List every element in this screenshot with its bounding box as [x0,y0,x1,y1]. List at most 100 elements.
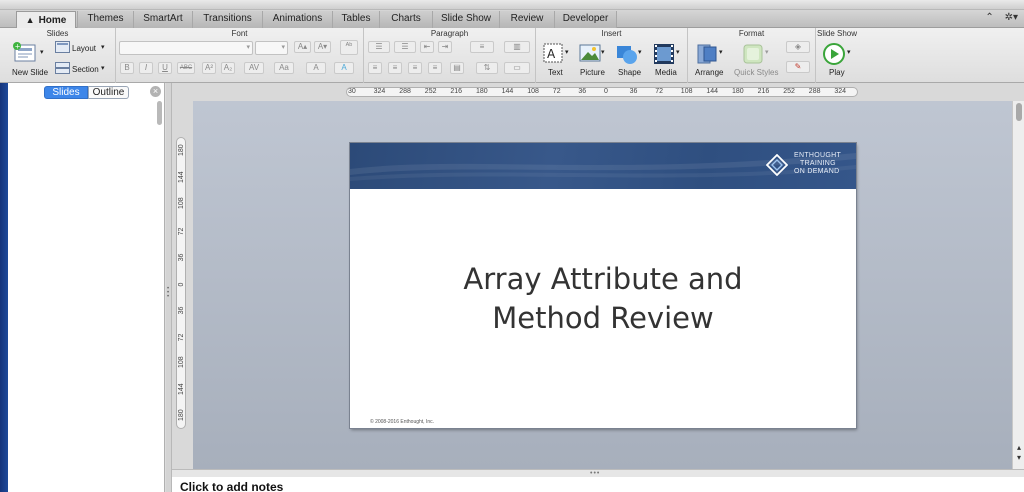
ribbon-options[interactable]: ⌃ ✲▾ [985,12,1018,23]
slide-banner: ENTHOUGHT TRAINING ON DEMAND [350,143,856,189]
tab-home[interactable]: ▲ Home [16,11,76,29]
ruler-tick-label: 72 [178,227,185,236]
distribute-button[interactable]: ▤ [450,62,464,74]
increase-font-size-button[interactable]: A▴ [294,41,311,53]
ruler-tick-label: 72 [552,88,561,95]
ruler-tick-label: 144 [706,88,719,95]
character-spacing-button[interactable]: AV [244,62,264,74]
slides-group: Slides + ▾ New Slide Layout ▾ Section ▾ [0,28,116,83]
ruler-tick-label: 0 [178,282,185,287]
quick-styles-icon [743,44,763,64]
strikethrough-button[interactable]: ABC [177,62,195,74]
svg-text:+: + [15,43,21,51]
tab-themes[interactable]: Themes [77,11,133,28]
chevron-down-icon: ▾ [638,49,642,56]
line-spacing-button[interactable]: ≡ [470,41,494,53]
arrange-icon [697,44,717,64]
tab-developer[interactable]: Developer [554,11,617,28]
superscript-button[interactable]: A² [202,62,216,74]
ruler-tick-label: 0 [604,88,608,95]
text-box-icon: A [543,43,563,63]
shape-outline-button[interactable]: ✎ [786,61,810,73]
bullets-button[interactable]: ☰ [368,41,390,53]
canvas-scrollbar[interactable]: ▴ ▾ [1012,101,1024,469]
scroll-thumb[interactable] [1016,103,1022,121]
slide-title-line-2: Method Review [492,301,714,335]
text-direction-button[interactable]: ⇅ [476,62,498,74]
tab-review[interactable]: Review [499,11,554,28]
text-effects-button[interactable]: A [334,62,354,74]
chevron-down-icon: ▾ [676,49,680,56]
ruler-tick-label: 72 [178,333,185,342]
current-slide[interactable]: ENTHOUGHT TRAINING ON DEMAND Array Attri… [350,143,856,428]
play-icon [823,43,845,65]
previous-slide-icon[interactable]: ▴ [1013,443,1024,452]
align-right-button[interactable]: ≡ [408,62,422,74]
close-panel-icon[interactable]: × [150,86,161,97]
enthought-logo: ENTHOUGHT TRAINING ON DEMAND [766,152,846,178]
ruler-tick-label: 180 [732,88,744,95]
paragraph-group: Paragraph ☰ ☰ ⇤ ⇥ ≡ ▥ ≡ ≡ ≡ ≡ ▤ ⇅ ▭ [364,28,536,83]
tab-smartart[interactable]: SmartArt [133,11,192,28]
align-left-button[interactable]: ≡ [368,62,382,74]
tab-transitions[interactable]: Transitions [192,11,262,28]
notes-pane[interactable]: Click to add notes [172,477,1024,492]
insert-group: Insert A ▾ Text ▾ Picture ▾ Shape ▾ Medi… [536,28,688,83]
underline-button[interactable]: U [158,62,172,74]
vertical-ruler[interactable]: 180 144 108 72 36 0 36 72 108 144 180 [176,137,186,429]
ruler-tick-label: 216 [757,88,770,95]
svg-text:A: A [547,47,556,61]
numbering-button[interactable]: ☰ [394,41,416,53]
tab-animations[interactable]: Animations [262,11,332,28]
chevron-down-icon[interactable]: ▾ [1013,12,1018,23]
font-name-select[interactable]: ▾ [119,41,253,55]
gear-icon[interactable]: ✲ [1005,12,1013,23]
font-color-button[interactable]: A [306,62,326,74]
italic-button[interactable]: I [139,62,153,74]
chevron-down-icon: ▾ [719,49,723,56]
notes-splitter[interactable]: ••• [172,469,1024,477]
desktop-edge [0,83,8,492]
slideshow-group: Slide Show ▾ Play [816,29,858,77]
align-text-button[interactable]: ▭ [504,62,530,74]
slideshow-group-title: Slide Show [816,29,858,38]
align-center-button[interactable]: ≡ [388,62,402,74]
decrease-font-size-button[interactable]: A▾ [314,41,331,53]
slides-view-tab[interactable]: Slides [44,86,88,99]
ribbon-tab-bar: ▲ Home Themes SmartArt Transitions Animat… [0,10,1024,29]
bold-button[interactable]: B [120,62,134,74]
chevron-down-icon: ▾ [847,49,851,56]
ruler-tick-label: 252 [783,88,795,95]
shape-fill-button[interactable]: ◈ [786,41,810,53]
logo-line-1: ENTHOUGHT [794,152,842,159]
tab-slide-show[interactable]: Slide Show [432,11,499,28]
splitter-grip-icon: ••• [590,470,601,477]
change-case-button[interactable]: Aa [274,62,294,74]
outline-view-tab[interactable]: Outline [88,86,129,99]
ruler-tick-label: 324 [834,88,847,95]
increase-indent-button[interactable]: ⇥ [438,41,452,53]
format-group-title: Format [738,29,765,38]
font-group: Font ▾ ▾ A▴ A▾ ᴬᵇ B I U ABC A² A₂ AV Aa … [116,28,364,83]
tab-tables[interactable]: Tables [332,11,379,28]
columns-button[interactable]: ▥ [504,41,530,53]
ruler-tick-label: 108 [178,356,185,369]
ruler-tick-label: 288 [808,88,821,95]
logo-line-2: TRAINING [800,160,836,167]
decrease-indent-button[interactable]: ⇤ [420,41,434,53]
font-size-select[interactable]: ▾ [255,41,288,55]
tab-charts[interactable]: Charts [379,11,432,28]
next-slide-icon[interactable]: ▾ [1013,453,1024,462]
slide-title[interactable]: Array Attribute and Method Review [350,260,856,338]
collapse-ribbon-icon[interactable]: ⌃ [985,12,993,23]
clear-formatting-button[interactable]: ᴬᵇ [340,40,358,55]
new-slide-dropdown-icon[interactable]: ▾ [40,48,44,56]
horizontal-ruler[interactable]: 30 324 288 252 216 180 144 108 72 36 0 36 72 108 144 18… [346,87,858,97]
ruler-tick-label: 30 [348,88,356,95]
subscript-button[interactable]: A₂ [221,62,235,74]
slide-title-line-1: Array Attribute and [463,262,743,296]
slides-panel-scrollbar[interactable] [157,101,162,125]
ruler-tick-label: 252 [424,88,437,95]
justify-button[interactable]: ≡ [428,62,442,74]
logo-text: ENTHOUGHT TRAINING ON DEMAND [794,152,841,176]
